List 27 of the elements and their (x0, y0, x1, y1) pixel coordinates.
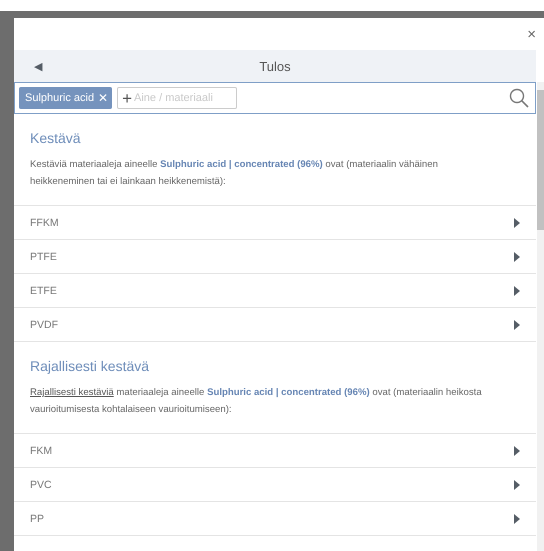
material-row[interactable]: PTFE (14, 240, 536, 274)
caret-icon (514, 320, 520, 330)
section-description: Rajallisesti kestäviä materiaaleja aineelle Sulphuric acid | concentrated (96%) ovat (materiaalin heikosta vaurioitumisesta kohtalaiseen vaurioitumiseen): (30, 386, 483, 417)
close-button[interactable]: × (523, 26, 540, 42)
material-row[interactable]: ETFE (14, 274, 536, 308)
section-description: Kestäviä materiaaleja aineelle Sulphuric acid | concentrated (96%) ovat (materiaalin vähäinen heikkeneminen tai ei lainkaan heikkenemistä): (30, 158, 439, 189)
caret-icon (514, 514, 520, 524)
material-row[interactable]: PVDF (14, 308, 536, 342)
section-title: Kestävä (30, 130, 82, 146)
scrollbar[interactable] (537, 82, 544, 551)
back-button[interactable]: ◀ (32, 58, 44, 74)
plus-icon: + (122, 90, 132, 106)
caret-icon (514, 286, 520, 296)
caret-icon (514, 480, 520, 490)
caret-icon (514, 218, 520, 228)
material-row[interactable]: PVC (14, 468, 536, 502)
remove-chip-button[interactable]: ✕ (98, 91, 108, 105)
description-link[interactable]: Rajallisesti kestäviä (30, 387, 114, 398)
section-title: Rajallisesti kestävä (30, 358, 150, 374)
material-row[interactable]: FKM (14, 434, 536, 468)
chip-label: Sulphuric acid (25, 92, 94, 104)
material-row[interactable]: PP (14, 502, 536, 536)
search-icon[interactable] (509, 88, 529, 108)
header-title: Tulos (259, 58, 291, 74)
material-row[interactable]: FFKM (14, 206, 536, 240)
caret-icon (514, 252, 520, 262)
caret-icon (514, 446, 520, 456)
